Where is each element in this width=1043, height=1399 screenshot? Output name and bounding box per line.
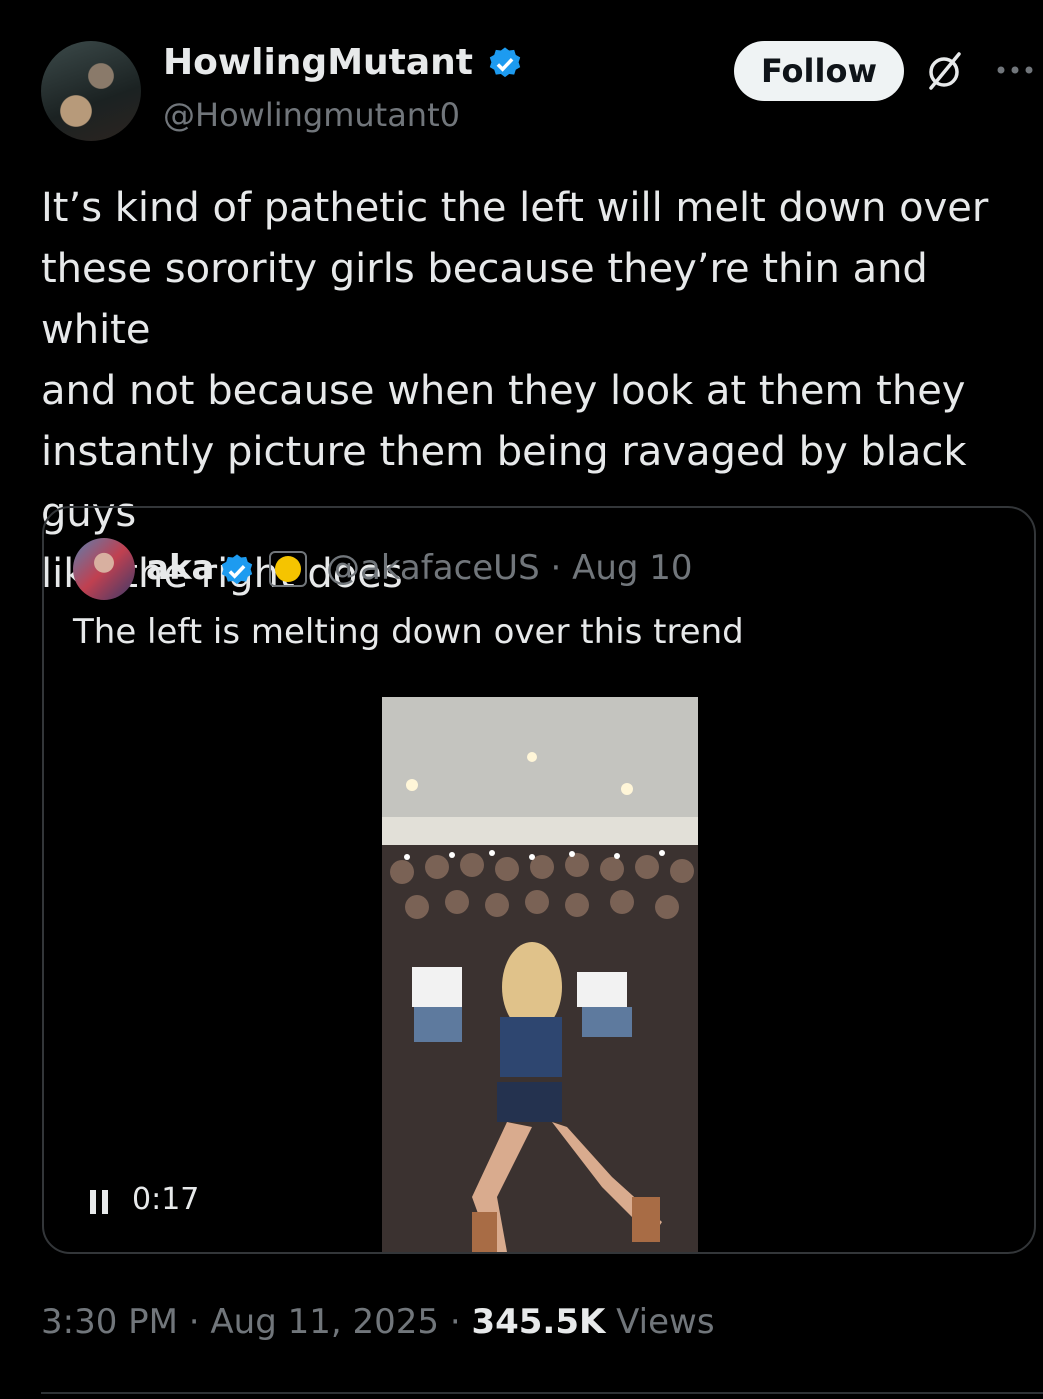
author-handle[interactable]: @Howlingmutant0 — [163, 96, 460, 134]
quoted-handle-date[interactable]: @akafaceUS · Aug 10 — [326, 548, 693, 588]
author-name[interactable]: HowlingMutant — [163, 42, 473, 83]
pause-icon[interactable] — [88, 1189, 110, 1215]
more-options-icon[interactable] — [995, 62, 1035, 78]
verified-badge-icon — [489, 47, 520, 78]
video-player[interactable] — [382, 697, 698, 1252]
quoted-verified-badge-icon — [221, 554, 253, 585]
tweet-timestamp[interactable]: 3:30 PM · Aug 11, 2025 · — [41, 1302, 471, 1342]
quoted-tweet-text: The left is melting down over this trend — [73, 612, 744, 652]
grok-icon[interactable] — [922, 50, 966, 94]
quoted-author-name[interactable]: aka — [146, 548, 215, 588]
video-frame-image — [382, 697, 698, 1252]
affiliate-badge-icon — [269, 551, 307, 587]
tweet-footer: 3:30 PM · Aug 11, 2025 · 345.5K Views — [41, 1302, 715, 1342]
quoted-tweet-card[interactable]: aka @akafaceUS · Aug 10 The left is melt… — [42, 506, 1036, 1254]
quoted-author-avatar[interactable] — [73, 538, 135, 600]
views-label: Views — [605, 1302, 715, 1342]
video-duration: 0:17 — [132, 1182, 200, 1217]
follow-button[interactable]: Follow — [734, 41, 904, 101]
views-count: 345.5K — [471, 1302, 606, 1342]
author-name-row[interactable]: HowlingMutant — [163, 42, 524, 83]
divider — [41, 1392, 1043, 1394]
author-avatar[interactable] — [41, 41, 141, 141]
